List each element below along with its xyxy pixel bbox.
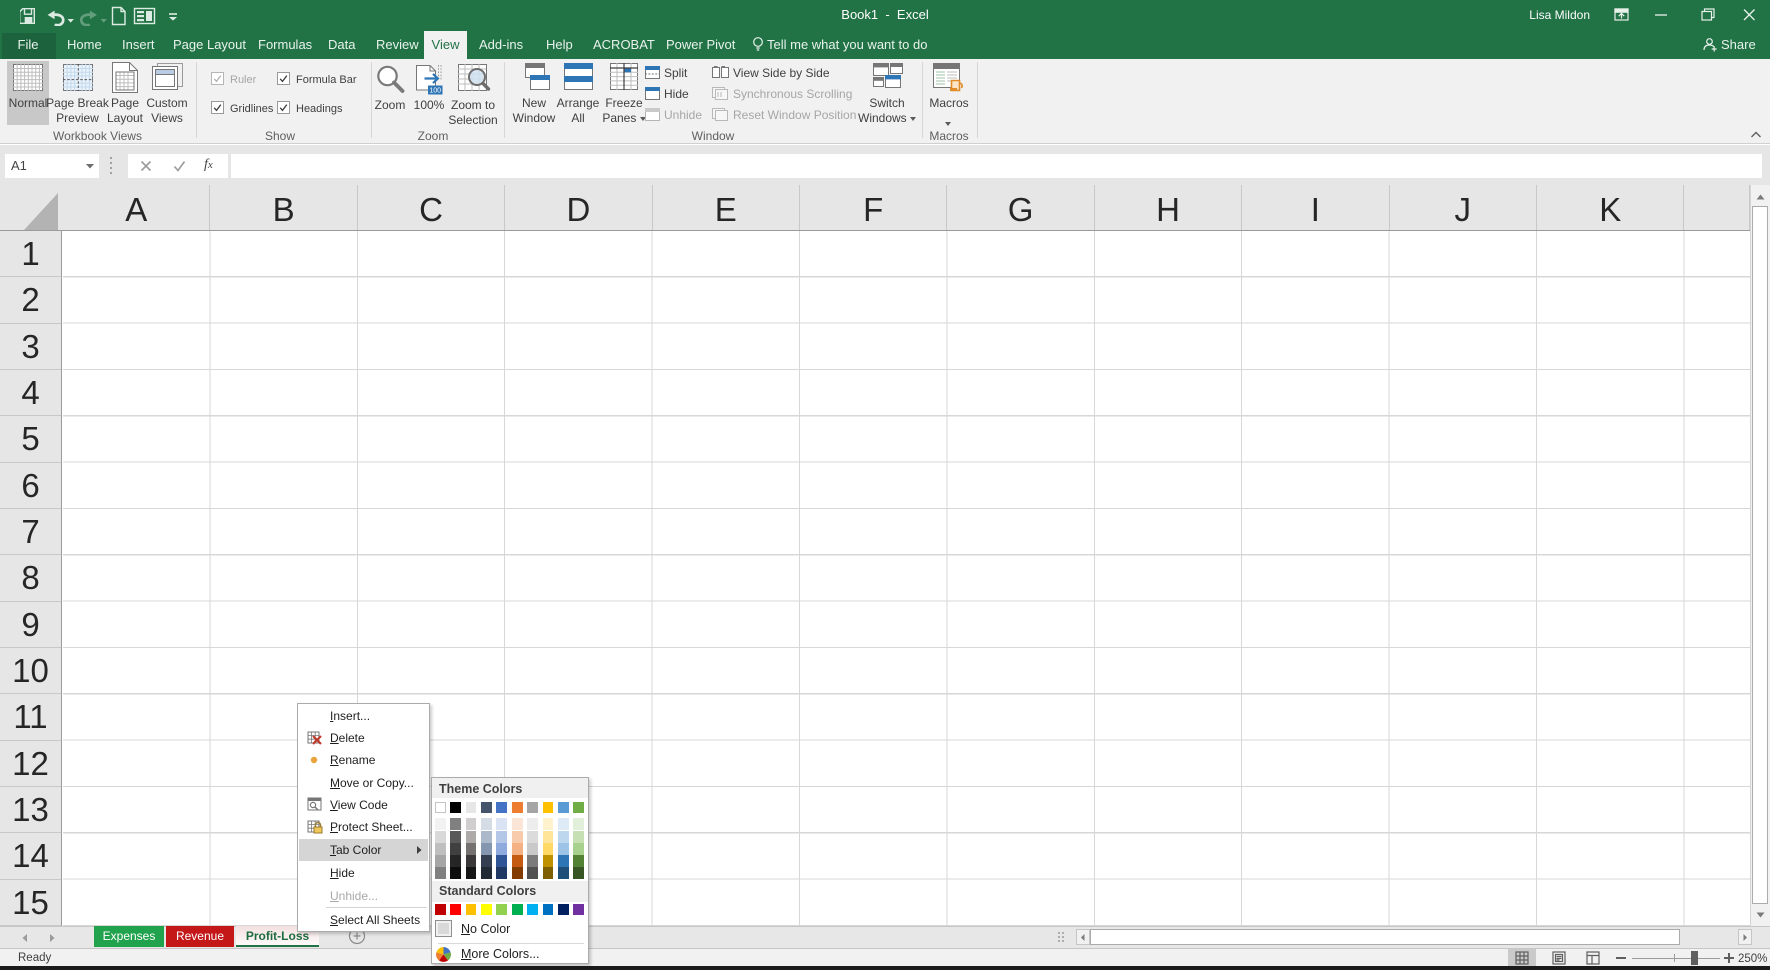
svg-text:100: 100 (429, 88, 441, 95)
